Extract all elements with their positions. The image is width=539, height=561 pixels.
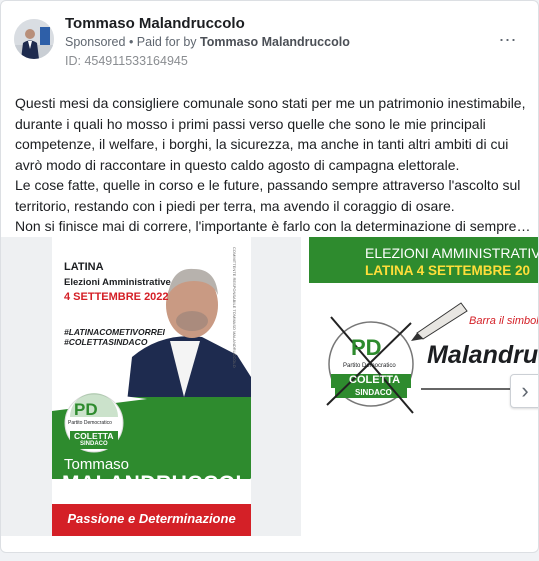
ballot-surname: Malandruc xyxy=(427,341,538,369)
post-text-line: avrò modo di raccontare in questo caldo … xyxy=(15,156,460,173)
ballot-pd-logo-text: PD xyxy=(351,335,382,360)
more-options-button[interactable]: ⋯ xyxy=(497,31,519,49)
campaign-poster: LATINA Elezioni Amministrative 4 SETTEMB… xyxy=(52,237,251,536)
sponsored-label: Sponsored xyxy=(65,35,126,49)
paid-for-name[interactable]: Tommaso Malandruccolo xyxy=(200,35,350,49)
post-text-line: territorio, restando con i piedi per ter… xyxy=(15,197,455,214)
paid-for-prefix: • Paid for by xyxy=(125,35,201,49)
poster-hashtag-2: #COLETTASINDACO xyxy=(64,337,148,347)
ballot-sindaco: SINDACO xyxy=(355,388,392,397)
carousel-slide-2[interactable]: ELEZIONI AMMINISTRATIV LATINA 4 SETTEMBR… xyxy=(309,237,538,536)
poster-coletta: COLETTA xyxy=(74,431,114,441)
chevron-right-icon: › xyxy=(521,378,529,403)
poster-city: LATINA xyxy=(64,261,104,273)
ballot-instruction: Barra il simbolo e xyxy=(469,315,538,327)
ballot-graphic xyxy=(309,237,538,536)
carousel-next-button[interactable]: › xyxy=(510,374,538,408)
poster-date: 4 SETTEMBRE 2022 xyxy=(64,291,169,303)
ad-id: ID: 454911533164945 xyxy=(65,54,188,68)
poster-hashtag-1: #LATINACOMETIVORREI xyxy=(64,327,165,337)
poster-sindaco: SINDACO xyxy=(80,441,108,447)
avatar-image xyxy=(14,19,54,59)
post-text-line: Le cose fatte, quelle in corso e le futu… xyxy=(15,177,521,193)
ballot-banner-line-2: LATINA 4 SETTEMBRE 20 xyxy=(365,263,531,278)
post-text-line[interactable]: Non si finisce mai di correre, l'importa… xyxy=(15,216,535,237)
post-text: Questi mesi da consigliere comunale sono… xyxy=(15,93,535,237)
ballot-party-name: Partito Democratico xyxy=(343,363,396,369)
carousel-slide-1[interactable]: LATINA Elezioni Amministrative 4 SETTEMB… xyxy=(1,237,301,536)
avatar[interactable] xyxy=(14,19,54,59)
ballot-banner-line-1: ELEZIONI AMMINISTRATIV xyxy=(365,245,538,261)
poster-side-text: COMMITTENTE RESPONSABILE TOMMASO MALANDR… xyxy=(232,247,237,368)
pd-party-name: Partito Democratico xyxy=(68,420,112,426)
post-text-line: durante i quali ho mosso i primi passi v… xyxy=(15,115,486,132)
pd-logo-text: PD xyxy=(74,400,98,419)
poster-last-name: MALANDRUCCOLO xyxy=(62,472,251,495)
image-carousel: LATINA Elezioni Amministrative 4 SETTEMB… xyxy=(1,237,538,536)
poster-election: Elezioni Amministrative xyxy=(64,277,171,288)
page-name[interactable]: Tommaso Malandruccolo xyxy=(65,15,245,32)
post-text-line: competenze, il welfare, i borghi, la sic… xyxy=(15,136,509,152)
poster-first-name: Tommaso xyxy=(64,456,130,473)
post-text-line: Questi mesi da consigliere comunale sono… xyxy=(15,95,526,111)
ad-post-card: Tommaso Malandruccolo Sponsored • Paid f… xyxy=(0,0,539,553)
more-icon: ⋯ xyxy=(498,30,518,50)
ballot-coletta: COLETTA xyxy=(349,374,401,386)
poster-slogan: Passione e Determinazione xyxy=(67,511,236,526)
sponsored-line: Sponsored • Paid for by Tommaso Malandru… xyxy=(65,35,350,49)
